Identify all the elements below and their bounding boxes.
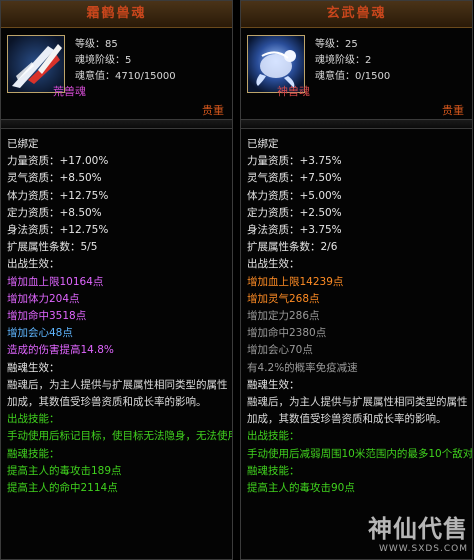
level-text: 等级：25: [315, 39, 358, 50]
soul-stats: 等级：85 魂境阶级：5 魂意值：4710/15000: [75, 37, 176, 85]
list-item: 提高主人的毒攻击189点: [7, 464, 122, 477]
soul-value-text: 魂意值：0/1500: [315, 71, 391, 82]
list-item: 出战技能：: [7, 413, 60, 426]
screenshot-stage: 霜鹤兽魂 等级：85 魂境阶级：5 魂意值：4710/15000 荒兽魂 贵重 …: [0, 0, 474, 560]
list-item: 有4.2%的概率免疫减速: [247, 361, 358, 374]
list-item: 定力资质：+8.50%: [7, 206, 102, 219]
realm-text: 魂境阶级：2: [315, 55, 372, 66]
attribute-list: 已绑定 力量资质：+17.00% 灵气资质：+8.50% 体力资质：+12.75…: [7, 136, 233, 497]
list-item: 造成的伤害提高14.8%: [7, 344, 114, 357]
list-item: 增加血上限14239点: [247, 275, 344, 288]
list-item: 力量资质：+17.00%: [7, 155, 109, 168]
list-item: 增加体力204点: [7, 292, 80, 305]
list-item: 增加定力286点: [247, 310, 320, 323]
list-item: 手动使用后标记目标，使目标无法隐身，无法使用传送道具，无法回城。切换场景消失，持…: [7, 430, 233, 443]
list-item: 出战生效：: [7, 258, 60, 271]
list-item: 已绑定: [247, 138, 279, 150]
list-item: 已绑定: [7, 138, 39, 150]
list-item: 提高主人的命中2114点: [7, 482, 118, 495]
divider: [1, 119, 232, 129]
card-header: 等级：85 魂境阶级：5 魂意值：4710/15000: [1, 28, 232, 108]
list-item: 增加会心70点: [247, 344, 313, 357]
list-item: 增加命中2380点: [247, 327, 327, 340]
list-item: 融魂生效：: [7, 361, 60, 374]
card-title: 霜鹤兽魂: [1, 1, 232, 28]
list-item: 定力资质：+2.50%: [247, 206, 342, 219]
list-item: 体力资质：+12.75%: [7, 189, 109, 202]
soul-card-right: 玄武兽魂 等级：25 魂境阶级：2 魂意值：0/1500 神兽魂 贵重 已绑定 …: [240, 0, 473, 560]
soul-value-text: 魂意值：4710/15000: [75, 71, 176, 82]
list-item: 融魂技能：: [247, 464, 300, 477]
list-item: 增加会心48点: [7, 327, 73, 340]
divider: [241, 119, 472, 129]
level-text: 等级：85: [75, 39, 118, 50]
list-item: 手动使用后减弱周围10米范围内的最多10个敌对目标，使其对珍兽造成的伤害降低20…: [247, 447, 473, 460]
list-item: 出战生效：: [247, 258, 300, 271]
soul-card-left: 霜鹤兽魂 等级：85 魂境阶级：5 魂意值：4710/15000 荒兽魂 贵重 …: [0, 0, 233, 560]
list-item: 融魂技能：: [7, 447, 60, 460]
list-item: 体力资质：+5.00%: [247, 189, 342, 202]
card-header: 等级：25 魂境阶级：2 魂意值：0/1500: [241, 28, 472, 108]
list-item: 融魂后，为主人提供与扩展属性相同类型的属性加成，其数值受珍兽资质和成长率的影响。: [7, 378, 228, 409]
list-item: 增加血上限10164点: [7, 275, 104, 288]
list-item: 灵气资质：+7.50%: [247, 172, 342, 185]
card-title: 玄武兽魂: [241, 1, 472, 28]
soul-type: 荒兽魂: [53, 85, 86, 98]
list-item: 融魂后，为主人提供与扩展属性相同类型的属性加成，其数值受珍兽资质和成长率的影响。: [247, 396, 468, 426]
list-item: 扩展属性条数：2/6: [247, 241, 338, 254]
rarity-label: 贵重: [202, 104, 224, 117]
realm-text: 魂境阶级：5: [75, 55, 132, 66]
list-item: 出战技能：: [247, 430, 300, 443]
list-item: 灵气资质：+8.50%: [7, 172, 102, 185]
list-item: 融魂生效：: [247, 378, 300, 391]
list-item: 增加灵气268点: [247, 292, 320, 305]
soul-stats: 等级：25 魂境阶级：2 魂意值：0/1500: [315, 37, 390, 85]
list-item: 扩展属性条数：5/5: [7, 241, 98, 254]
rarity-label: 贵重: [442, 104, 464, 117]
list-item: 身法资质：+12.75%: [7, 224, 109, 237]
list-item: 提高主人的毒攻击90点: [247, 482, 355, 495]
soul-type: 神兽魂: [277, 85, 310, 98]
list-item: 力量资质：+3.75%: [247, 155, 342, 168]
attribute-list: 已绑定 力量资质：+3.75% 灵气资质：+7.50% 体力资质：+5.00% …: [247, 136, 473, 497]
list-item: 身法资质：+3.75%: [247, 224, 342, 237]
list-item: 增加命中3518点: [7, 310, 87, 323]
